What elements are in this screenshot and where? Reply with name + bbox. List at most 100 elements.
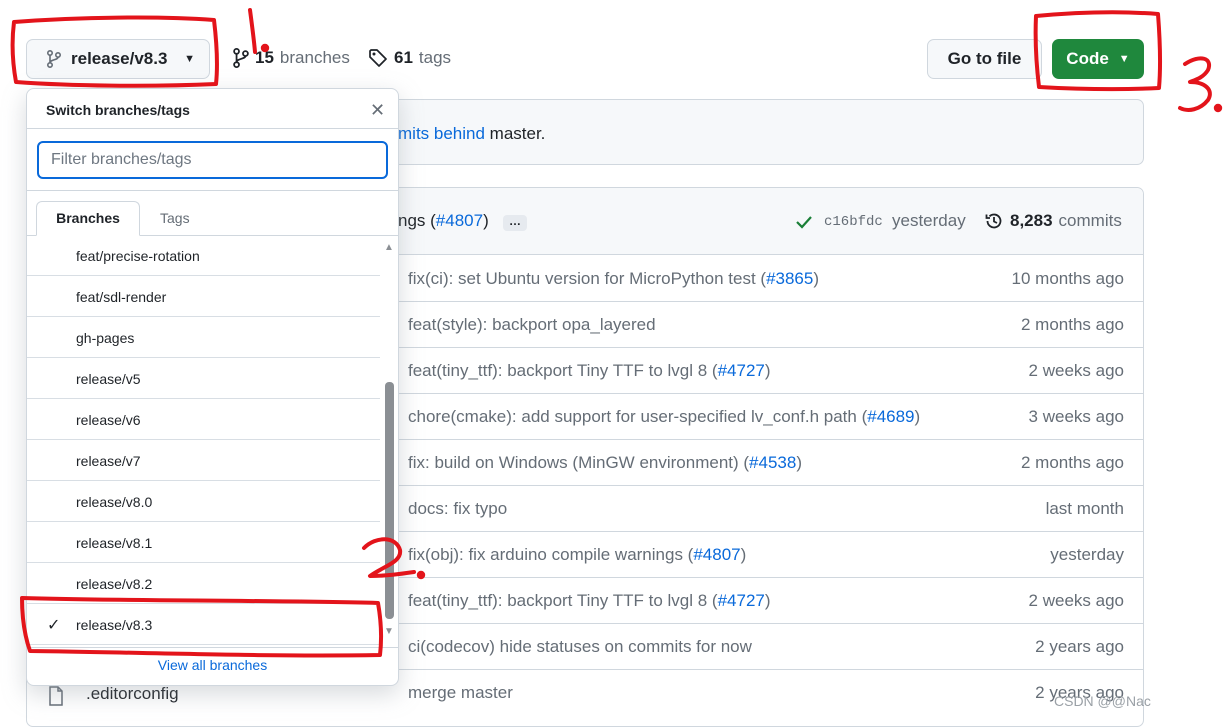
latest-commit-time: yesterday [892, 211, 966, 230]
branches-label: branches [279, 48, 350, 67]
history-icon [984, 211, 1004, 231]
code-button[interactable]: Code ▼ [1052, 39, 1144, 79]
branch-list-item-label: feat/sdl-render [76, 289, 167, 305]
branch-list-item-label: release/v6 [76, 412, 141, 428]
commits-history-link[interactable]: 8,283 commits [984, 211, 1122, 231]
commit-message-link[interactable]: chore(cmake): add support for user-speci… [408, 407, 920, 427]
go-to-file-button[interactable]: Go to file [927, 39, 1042, 79]
commit-message-link[interactable]: ci(codecov) hide statuses on commits for… [408, 637, 752, 657]
branch-list-item-label: feat/precise-rotation [76, 248, 200, 264]
scrollbar-thumb[interactable] [385, 382, 394, 619]
tags-label: tags [418, 48, 452, 67]
commits-count: 8,283 [1010, 211, 1053, 230]
issue-link[interactable]: #4807 [693, 545, 740, 564]
divider [27, 647, 398, 648]
divider [27, 128, 398, 129]
commit-message-text: ci(codecov) hide statuses on commits for… [408, 637, 752, 656]
commit-message-link[interactable]: feat(style): backport opa_layered [408, 315, 656, 335]
commit-message-suffix: ) [764, 361, 771, 380]
commit-message-suffix: ) [813, 269, 820, 288]
commit-time: last month [1045, 499, 1124, 518]
commit-message-link[interactable]: merge master [408, 683, 513, 703]
commit-message-text: merge master [408, 683, 513, 702]
commit-time: 2 months ago [1020, 315, 1124, 334]
scroll-down-arrow-icon[interactable]: ▼ [384, 626, 394, 637]
issue-link[interactable]: #4807 [436, 211, 483, 230]
branch-status-text: mits behind master. [398, 124, 545, 144]
branch-list-item-label: release/v8.2 [76, 576, 153, 592]
tag-icon [368, 48, 388, 68]
git-branch-icon [47, 50, 61, 68]
branch-list-item-label: release/v8.0 [76, 494, 153, 510]
latest-commit-message[interactable]: ngs (#4807) [398, 211, 489, 231]
commit-message-text: fix: build on Windows (MinGW environment… [408, 453, 750, 472]
view-all-branches-link[interactable]: View all branches [27, 657, 398, 673]
commit-time: yesterday [1050, 545, 1124, 564]
issue-link[interactable]: #4727 [718, 591, 765, 610]
commit-message-link[interactable]: feat(tiny_ttf): backport Tiny TTF to lvg… [408, 591, 771, 611]
dropdown-title: Switch branches/tags [46, 102, 190, 118]
filter-branches-input[interactable] [37, 141, 388, 179]
commit-message-text: feat(tiny_ttf): backport Tiny TTF to lvg… [408, 591, 718, 610]
file-icon [48, 686, 64, 706]
commits-behind-link[interactable]: mits behind [398, 124, 485, 143]
caret-down-icon: ▼ [1118, 53, 1130, 65]
caret-down-icon: ▼ [184, 53, 195, 65]
watermark: CSDN @@Nac [1054, 693, 1151, 709]
file-name-link[interactable]: .editorconfig [86, 684, 179, 704]
commit-message-text: feat(tiny_ttf): backport Tiny TTF to lvg… [408, 361, 718, 380]
tags-link[interactable]: 61 tags [368, 48, 451, 68]
branch-list-item-label: release/v5 [76, 371, 141, 387]
commit-message-link[interactable]: fix(obj): fix arduino compile warnings (… [408, 545, 746, 565]
commit-message-text: docs: fix typo [408, 499, 508, 518]
commit-message-text: chore(cmake): add support for user-speci… [408, 407, 868, 426]
commit-message-link[interactable]: fix: build on Windows (MinGW environment… [408, 453, 802, 473]
commit-time: 10 months ago [1011, 269, 1124, 288]
issue-link[interactable]: #4538 [749, 453, 796, 472]
expand-commit-button[interactable]: … [503, 215, 527, 231]
annotation-number-3 [1178, 56, 1212, 112]
commit-message-text: fix(obj): fix arduino compile warnings ( [408, 545, 694, 564]
commit-time: 3 weeks ago [1028, 407, 1124, 426]
scroll-up-arrow-icon[interactable]: ▲ [384, 242, 394, 253]
commit-message-suffix: ) [740, 545, 747, 564]
commit-message-link[interactable]: fix(ci): set Ubuntu version for MicroPyt… [408, 269, 819, 289]
branch-list-item-label: release/v7 [76, 453, 141, 469]
commit-time: 2 months ago [1020, 453, 1124, 472]
git-branch-icon [233, 48, 249, 68]
tab-tags[interactable]: Tags [160, 210, 190, 226]
commit-message-text: feat(style): backport opa_layered [408, 315, 656, 334]
commit-message-suffix: ) [764, 591, 771, 610]
close-icon[interactable]: ✕ [370, 100, 385, 121]
branches-link[interactable]: 15 branches [233, 48, 350, 68]
issue-link[interactable]: #4727 [718, 361, 765, 380]
issue-link[interactable]: #3865 [766, 269, 813, 288]
check-icon [795, 214, 813, 230]
commit-message-suffix: ) [914, 407, 921, 426]
commit-message-suffix: ) [796, 453, 802, 472]
commit-sha-link[interactable]: c16bfdc [824, 214, 883, 230]
commit-message-link[interactable]: docs: fix typo [408, 499, 507, 519]
commits-label: commits [1058, 211, 1122, 230]
tab-branches[interactable]: Branches [36, 201, 140, 236]
branch-selector-button[interactable]: release/v8.3 ▼ [26, 39, 210, 79]
latest-commit-suffix: ) [483, 211, 489, 230]
latest-commit-text: ngs ( [398, 211, 436, 230]
branch-list-item-label: gh-pages [76, 330, 135, 346]
branch-list-item-label: release/v8.3 [76, 617, 153, 633]
divider [27, 190, 398, 191]
banner-rest-text: master. [484, 124, 546, 143]
commit-message-link[interactable]: feat(tiny_ttf): backport Tiny TTF to lvg… [408, 361, 771, 381]
annotation-dot-3 [1213, 103, 1223, 113]
commit-time: 2 weeks ago [1028, 361, 1124, 380]
annotation-number-1 [248, 8, 257, 54]
code-button-label: Code [1066, 49, 1109, 68]
commit-message-text: fix(ci): set Ubuntu version for MicroPyt… [408, 269, 767, 288]
branch-selector-label: release/v8.3 [71, 49, 168, 68]
commit-time: 2 years ago [1035, 637, 1124, 656]
branches-count: 15 [255, 48, 274, 67]
branch-list-item-label: release/v8.1 [76, 535, 153, 551]
check-icon: ✓ [47, 617, 61, 634]
issue-link[interactable]: #4689 [867, 407, 914, 426]
commit-time: 2 weeks ago [1028, 591, 1124, 610]
